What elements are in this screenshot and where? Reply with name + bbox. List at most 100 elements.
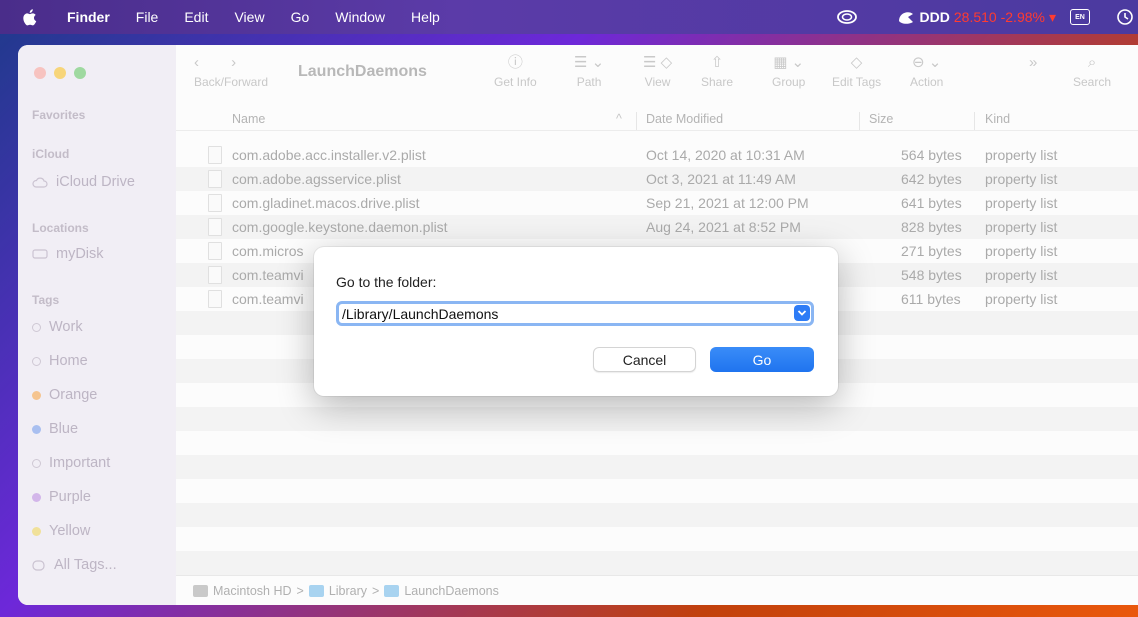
column-divider: [636, 112, 637, 130]
menu-bar: Finder File Edit View Go Window Help DDD…: [0, 0, 1138, 34]
keyboard-input-icon[interactable]: EN: [1070, 9, 1090, 25]
sidebar-tag-yellow[interactable]: Yellow: [32, 523, 90, 539]
folder-icon: [384, 584, 400, 597]
time-machine-icon[interactable]: [1116, 8, 1134, 26]
table-row[interactable]: com.gladinet.macos.drive.plist Sep 21, 2…: [176, 191, 1138, 215]
cancel-button[interactable]: Cancel: [593, 347, 696, 372]
file-kind: property list: [985, 147, 1058, 163]
menu-view[interactable]: View: [221, 9, 277, 25]
view-button[interactable]: ☰ ◇ View: [643, 51, 672, 89]
creative-cloud-icon[interactable]: [836, 6, 858, 28]
drive-icon: [32, 249, 48, 259]
menu-go[interactable]: Go: [278, 9, 323, 25]
edit-tags-button[interactable]: ◇ Edit Tags: [832, 51, 881, 89]
folder-path-input[interactable]: [339, 304, 784, 323]
window-controls: [34, 67, 86, 79]
file-size: 642 bytes: [901, 171, 962, 187]
file-icon: [208, 170, 222, 188]
sidebar-item-label: Work: [49, 319, 83, 335]
sidebar: Favorites iCloud iCloud Drive Locations …: [18, 45, 176, 605]
toolbar-label: Path: [576, 75, 602, 89]
empty-row: [176, 479, 1138, 503]
path-separator: >: [296, 583, 304, 598]
sidebar-item-icloud-drive[interactable]: iCloud Drive: [32, 174, 135, 190]
sidebar-tag-important[interactable]: Important: [32, 455, 110, 471]
file-icon: [208, 194, 222, 212]
column-name[interactable]: Name: [232, 112, 265, 126]
go-button[interactable]: Go: [710, 347, 814, 372]
file-kind: property list: [985, 219, 1058, 235]
sidebar-tag-purple[interactable]: Purple: [32, 489, 91, 505]
table-row[interactable]: com.google.keystone.daemon.plist Aug 24,…: [176, 215, 1138, 239]
search-button[interactable]: ⌕ Search: [1073, 51, 1111, 89]
go-to-folder-dialog: Go to the folder: Cancel Go: [314, 247, 838, 396]
tag-dot-icon: [32, 424, 41, 434]
action-button[interactable]: ⊖ ⌄ Action: [910, 51, 943, 89]
sidebar-all-tags[interactable]: All Tags...: [32, 557, 117, 573]
sidebar-tag-work[interactable]: Work: [32, 319, 83, 335]
chevron-down-icon: [797, 310, 807, 316]
share-button[interactable]: ⇧ Share: [701, 51, 733, 89]
stock-ticker[interactable]: DDD 28.510 -2.98% ▾: [896, 8, 1056, 26]
recent-folders-dropdown[interactable]: [794, 305, 810, 321]
toolbar-label: Get Info: [494, 75, 537, 89]
menu-edit[interactable]: Edit: [171, 9, 221, 25]
zoom-button[interactable]: [74, 67, 86, 79]
window-title: LaunchDaemons: [298, 63, 427, 80]
toolbar-label: Group: [772, 75, 806, 89]
tag-dot-icon: [32, 526, 41, 536]
group-button[interactable]: ▦ ⌄ Group: [772, 51, 805, 89]
column-size[interactable]: Size: [869, 112, 893, 126]
menu-window[interactable]: Window: [322, 9, 398, 25]
file-name: com.adobe.acc.installer.v2.plist: [232, 147, 426, 163]
chevron-back-forward-icon: ‹ ›: [194, 54, 251, 71]
toolbar-label: Share: [701, 75, 734, 89]
apple-icon[interactable]: [20, 7, 38, 27]
file-name: com.google.keystone.daemon.plist: [232, 219, 448, 235]
sidebar-item-label: Home: [49, 353, 88, 369]
folder-icon: [308, 584, 324, 597]
close-button[interactable]: [34, 67, 46, 79]
path-item-library[interactable]: Library: [329, 584, 367, 598]
sidebar-section-favorites: Favorites: [32, 108, 86, 122]
file-icon: [208, 218, 222, 236]
toolbar-label: View: [644, 75, 671, 89]
menu-file[interactable]: File: [123, 9, 172, 25]
path-item-launchdaemons[interactable]: LaunchDaemons: [404, 584, 499, 598]
sidebar-item-label: Important: [49, 455, 111, 471]
share-icon: ⇧: [710, 54, 724, 71]
sort-chevron-icon: ^: [616, 112, 622, 126]
sidebar-tag-blue[interactable]: Blue: [32, 421, 78, 437]
column-divider: [859, 112, 860, 130]
path-item-disk[interactable]: Macintosh HD: [213, 584, 292, 598]
sidebar-tag-home[interactable]: Home: [32, 353, 88, 369]
path-bar: Macintosh HD > Library > LaunchDaemons: [176, 575, 1138, 605]
file-date: Sep 21, 2021 at 12:00 PM: [646, 195, 809, 211]
file-kind: property list: [985, 243, 1058, 259]
table-row[interactable]: com.adobe.agsservice.plist Oct 3, 2021 a…: [176, 167, 1138, 191]
column-divider: [974, 112, 975, 130]
menu-help[interactable]: Help: [398, 9, 453, 25]
column-date[interactable]: Date Modified: [646, 112, 723, 126]
ticker-symbol: DDD: [919, 9, 950, 25]
minimize-button[interactable]: [54, 67, 66, 79]
menu-finder[interactable]: Finder: [54, 9, 123, 25]
back-forward-control[interactable]: ‹ › Back/Forward: [194, 51, 268, 89]
column-kind[interactable]: Kind: [985, 112, 1010, 126]
tag-dot-icon: [32, 356, 41, 366]
file-icon: [208, 146, 222, 164]
path-button[interactable]: ☰ ⌄ Path: [574, 51, 604, 89]
file-icon: [208, 266, 222, 284]
tag-dot-icon: [32, 390, 41, 400]
get-info-button[interactable]: ⓘ Get Info: [494, 51, 537, 89]
sidebar-item-label: All Tags...: [54, 557, 117, 573]
table-row[interactable]: com.adobe.acc.installer.v2.plist Oct 14,…: [176, 143, 1138, 167]
sidebar-tag-orange[interactable]: Orange: [32, 387, 97, 403]
file-name: com.micros: [232, 243, 304, 259]
path-icon: ☰ ⌄: [574, 54, 605, 71]
more-toolbar-button[interactable]: »: [1029, 51, 1037, 75]
file-kind: property list: [985, 171, 1058, 187]
sidebar-item-mydisk[interactable]: myDisk: [32, 246, 104, 262]
file-size: 271 bytes: [901, 243, 962, 259]
toolbar-label: Action: [910, 75, 944, 89]
